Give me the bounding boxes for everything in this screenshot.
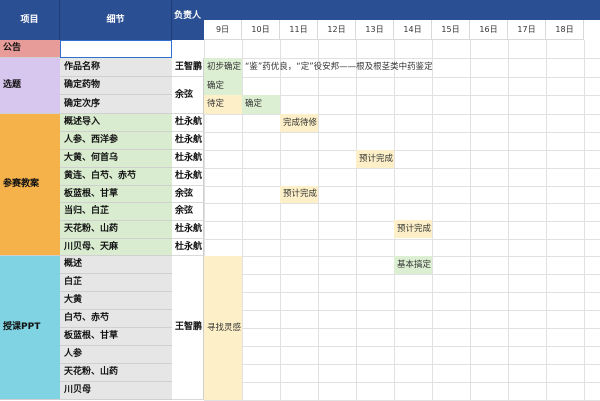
task-order-pending[interactable]: 待定 (204, 95, 242, 114)
timeline-header-bar (204, 0, 600, 20)
owner-cell[interactable]: 余弦 (172, 77, 204, 114)
day-header[interactable]: 18日 (546, 20, 584, 40)
day-header[interactable]: 17日 (508, 20, 546, 40)
section-ppt[interactable]: 授课PPT (0, 256, 60, 400)
spreadsheet: 项目 细节 负责人 9日 10日 11日 12日 13日 14日 15日 16日 17日 18日 … (0, 0, 600, 401)
grid-line (204, 150, 600, 151)
owner-cell[interactable]: 杜永航 (172, 132, 204, 150)
task-intro-needs-revision[interactable]: 完成待修 (280, 114, 318, 132)
header-project[interactable]: 项目 (0, 0, 60, 40)
item-work-name[interactable]: 作品名称 (60, 58, 172, 77)
grid-line (204, 364, 600, 365)
owner-cell[interactable]: 余弦 (172, 186, 204, 203)
lesson-item[interactable]: 人参、西洋参 (60, 132, 172, 150)
day-header[interactable]: 16日 (470, 20, 508, 40)
owner-cell[interactable]: 王智鹏 (172, 58, 204, 77)
task-initial-confirm[interactable]: 初步确定 (204, 58, 242, 77)
grid-line (204, 203, 600, 204)
grid-line (204, 239, 600, 240)
lesson-item[interactable]: 天花粉、山药 (60, 221, 172, 239)
task-ppt-mostly-done[interactable]: 基本搞定 (394, 256, 432, 274)
section-lesson-plan[interactable]: 参赛教案 (0, 114, 60, 256)
day-header[interactable]: 9日 (204, 20, 242, 40)
grid-line (204, 346, 600, 347)
grid-line (204, 274, 600, 275)
owner-cell[interactable]: 余弦 (172, 203, 204, 221)
lesson-item[interactable]: 板蓝根、甘草 (60, 186, 172, 203)
ppt-item[interactable]: 人参 (60, 346, 172, 364)
task-coptis-expected[interactable]: 预计完成 (356, 150, 394, 168)
grid-line (204, 328, 600, 329)
day-header[interactable]: 15日 (432, 20, 470, 40)
task-order-confirmed[interactable]: 确定 (242, 95, 280, 114)
lesson-item[interactable]: 川贝母、天麻 (60, 239, 172, 256)
item-confirm-order[interactable]: 确定次序 (60, 95, 172, 114)
ppt-item[interactable]: 大黄 (60, 292, 172, 310)
task-trichosanthes-expected[interactable]: 预计完成 (394, 220, 432, 238)
owner-cell[interactable]: 杜永航 (172, 114, 204, 132)
day-header[interactable]: 14日 (394, 20, 432, 40)
grid-line (204, 114, 600, 115)
work-title-note[interactable]: “鉴”药优良，“定”役安邦——根及根茎类中药鉴定 (242, 58, 600, 77)
ppt-item[interactable]: 川贝母 (60, 382, 172, 400)
grid-line (204, 77, 600, 78)
header-detail[interactable]: 细节 (60, 0, 172, 40)
task-seek-inspiration[interactable]: 寻找灵感 (204, 256, 242, 400)
ppt-item[interactable]: 板蓝根、甘草 (60, 328, 172, 346)
day-header[interactable]: 13日 (356, 20, 394, 40)
task-isatis-expected[interactable]: 预计完成 (280, 186, 318, 203)
grid-line (204, 382, 600, 383)
lesson-item[interactable]: 黄连、白芍、赤芍 (60, 168, 172, 186)
owner-cell[interactable]: 杜永航 (172, 239, 204, 256)
announcement-cell[interactable] (60, 40, 172, 58)
grid-line (204, 292, 600, 293)
ppt-item[interactable]: 白芷 (60, 274, 172, 292)
section-topic[interactable]: 选题 (0, 58, 60, 114)
ppt-item[interactable]: 天花粉、山药 (60, 364, 172, 382)
lesson-item[interactable]: 当归、白芷 (60, 203, 172, 221)
grid-line (204, 310, 600, 311)
grid-line (204, 186, 600, 187)
item-confirm-drugs[interactable]: 确定药物 (60, 77, 172, 95)
day-header[interactable]: 10日 (242, 20, 280, 40)
ppt-item[interactable]: 白芍、赤芍 (60, 310, 172, 328)
grid-line (204, 132, 600, 133)
header-owner[interactable]: 负责人 (172, 0, 204, 40)
lesson-item[interactable]: 大黄、何首乌 (60, 150, 172, 168)
day-header[interactable]: 12日 (318, 20, 356, 40)
lesson-item[interactable]: 概述导入 (60, 114, 172, 132)
ppt-item[interactable]: 概述 (60, 256, 172, 274)
owner-cell[interactable]: 杜永航 (172, 168, 204, 186)
grid-line (204, 168, 600, 169)
task-drugs-confirmed[interactable]: 确定 (204, 77, 242, 95)
day-header[interactable]: 11日 (280, 20, 318, 40)
owner-cell[interactable]: 杜永航 (172, 221, 204, 239)
owner-cell[interactable]: 王智鹏 (172, 256, 204, 400)
owner-cell[interactable]: 杜永航 (172, 150, 204, 168)
section-announcement[interactable]: 公告 (0, 40, 60, 58)
